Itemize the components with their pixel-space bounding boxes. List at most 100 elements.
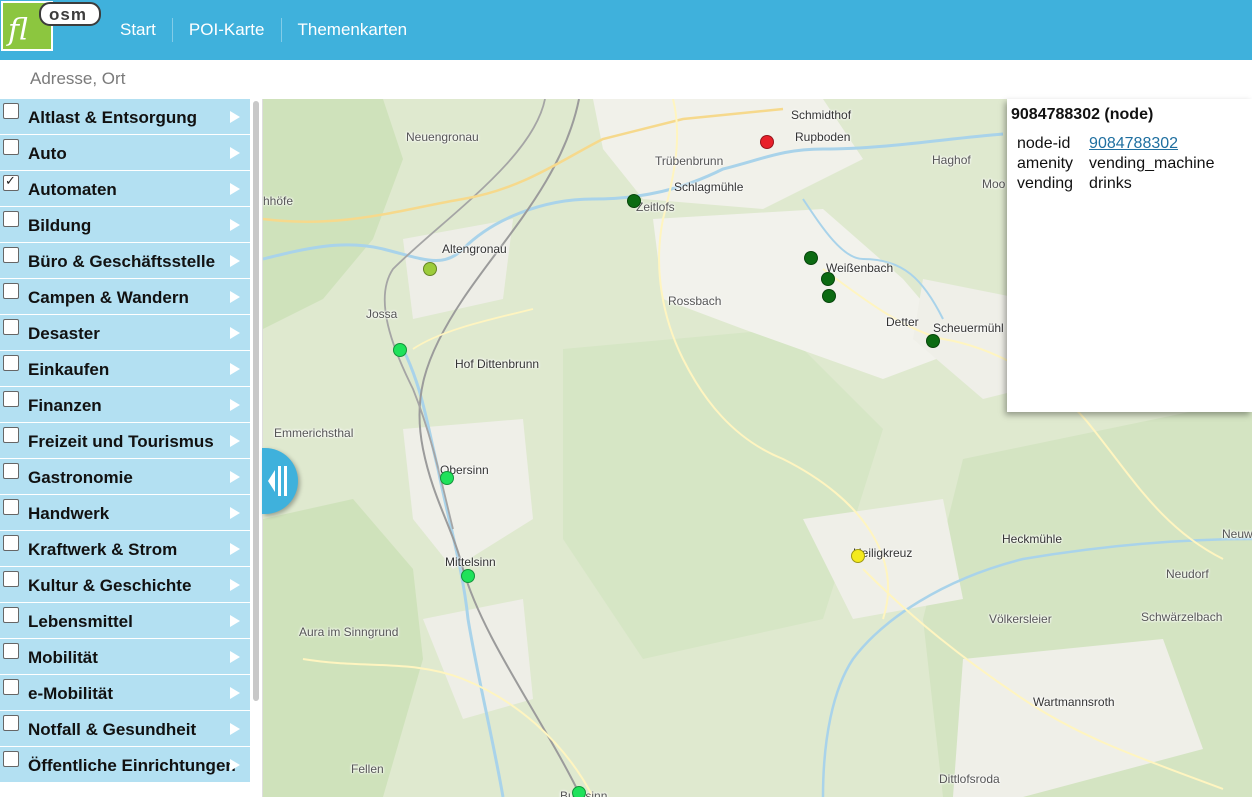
category-label: Handwerk	[28, 504, 110, 523]
category-item[interactable]: Finanzen	[0, 387, 250, 423]
poi-marker[interactable]	[572, 786, 586, 797]
category-item[interactable]: Lebensmittel	[0, 603, 250, 639]
expand-arrow-icon[interactable]	[230, 219, 240, 231]
category-item[interactable]: Gastronomie	[0, 459, 250, 495]
tag-key: vending	[1017, 175, 1074, 192]
expand-arrow-icon[interactable]	[230, 291, 240, 303]
tag-value: vending_machine	[1089, 155, 1215, 172]
category-item[interactable]: e-Mobilität	[0, 675, 250, 711]
category-checkbox[interactable]	[3, 211, 19, 227]
place-label: Jossa	[366, 307, 398, 321]
place-label: Rupboden	[795, 130, 851, 144]
tag-value: 9084788302	[1085, 134, 1226, 154]
expand-arrow-icon[interactable]	[230, 687, 240, 699]
category-item[interactable]: Kultur & Geschichte	[0, 567, 250, 603]
category-item[interactable]: Kraftwerk & Strom	[0, 531, 250, 567]
expand-arrow-icon[interactable]	[230, 111, 240, 123]
category-item[interactable]: Desaster	[0, 315, 250, 351]
nav-themenkarten[interactable]: Themenkarten	[282, 18, 424, 42]
expand-arrow-icon[interactable]	[230, 183, 240, 195]
place-label: Neuwirts	[1222, 527, 1252, 541]
category-checkbox[interactable]	[3, 751, 19, 767]
poi-marker[interactable]	[851, 549, 865, 563]
poi-marker[interactable]	[440, 471, 454, 485]
poi-marker[interactable]	[822, 289, 836, 303]
category-checkbox[interactable]	[3, 643, 19, 659]
poi-marker[interactable]	[926, 334, 940, 348]
tag-key: node-id	[1017, 135, 1071, 152]
category-label: Lebensmittel	[28, 612, 133, 631]
expand-arrow-icon[interactable]	[230, 363, 240, 375]
address-search-input[interactable]	[0, 60, 1252, 98]
category-item[interactable]: Auto	[0, 135, 250, 171]
category-checkbox[interactable]	[3, 391, 19, 407]
poi-marker[interactable]	[627, 194, 641, 208]
category-checkbox[interactable]	[3, 319, 19, 335]
category-label: Desaster	[28, 324, 100, 343]
category-item[interactable]: Handwerk	[0, 495, 250, 531]
sidebar-scrollbar[interactable]	[253, 101, 259, 701]
logo-main-text: fl	[6, 13, 28, 48]
expand-arrow-icon[interactable]	[230, 615, 240, 627]
category-label: e-Mobilität	[28, 684, 113, 703]
expand-arrow-icon[interactable]	[230, 399, 240, 411]
place-label: Wartmannsroth	[1033, 695, 1115, 709]
category-checkbox[interactable]	[3, 679, 19, 695]
place-label: Emmerichsthal	[274, 426, 354, 440]
expand-arrow-icon[interactable]	[230, 579, 240, 591]
category-item[interactable]: Büro & Geschäftsstelle	[0, 243, 250, 279]
category-checkbox[interactable]	[3, 535, 19, 551]
category-item[interactable]: Bildung	[0, 207, 250, 243]
poi-marker[interactable]	[461, 569, 475, 583]
category-checkbox[interactable]	[3, 355, 19, 371]
category-checkbox[interactable]	[3, 103, 19, 119]
category-checkbox[interactable]	[3, 463, 19, 479]
expand-arrow-icon[interactable]	[230, 507, 240, 519]
category-item[interactable]: Mobilität	[0, 639, 250, 675]
category-checkbox[interactable]	[3, 247, 19, 263]
category-label: Altlast & Entsorgung	[28, 108, 198, 127]
place-label: Scheuermühl	[933, 321, 1004, 335]
category-item[interactable]: Campen & Wandern	[0, 279, 250, 315]
place-label: Völkersleier	[989, 612, 1052, 626]
category-item[interactable]: Altlast & Entsorgung	[0, 99, 250, 135]
category-checkbox[interactable]	[3, 715, 19, 731]
place-label: Heckmühle	[1002, 532, 1063, 546]
category-item[interactable]: Öffentliche Einrichtungen	[0, 747, 250, 783]
category-item[interactable]: Automaten	[0, 171, 250, 207]
category-checkbox[interactable]	[3, 173, 19, 191]
category-checkbox[interactable]	[3, 499, 19, 515]
category-label: Öffentliche Einrichtungen	[28, 756, 236, 775]
place-label: Altengronau	[442, 242, 507, 256]
category-label: Büro & Geschäftsstelle	[28, 252, 216, 271]
expand-arrow-icon[interactable]	[230, 255, 240, 267]
category-checkbox[interactable]	[3, 139, 19, 155]
expand-arrow-icon[interactable]	[230, 327, 240, 339]
poi-marker[interactable]	[760, 135, 774, 149]
category-checkbox[interactable]	[3, 607, 19, 623]
expand-arrow-icon[interactable]	[230, 471, 240, 483]
poi-marker[interactable]	[393, 343, 407, 357]
flosm-logo[interactable]: fl osm	[0, 0, 104, 58]
poi-marker[interactable]	[423, 262, 437, 276]
popup-title: 9084788302 (node)	[1011, 106, 1154, 123]
poi-marker[interactable]	[804, 251, 818, 265]
place-label: Schmidthof	[791, 108, 852, 122]
place-label: hhöfe	[263, 194, 294, 208]
category-checkbox[interactable]	[3, 427, 19, 443]
nav-poi-karte[interactable]: POI-Karte	[173, 18, 282, 42]
category-item[interactable]: Freizeit und Tourismus	[0, 423, 250, 459]
node-id-link[interactable]: 9084788302	[1089, 135, 1178, 152]
expand-arrow-icon[interactable]	[230, 147, 240, 159]
category-item[interactable]: Einkaufen	[0, 351, 250, 387]
expand-arrow-icon[interactable]	[230, 759, 240, 771]
poi-marker[interactable]	[821, 272, 835, 286]
expand-arrow-icon[interactable]	[230, 543, 240, 555]
category-checkbox[interactable]	[3, 571, 19, 587]
nav-start[interactable]: Start	[104, 18, 173, 42]
expand-arrow-icon[interactable]	[230, 651, 240, 663]
expand-arrow-icon[interactable]	[230, 435, 240, 447]
expand-arrow-icon[interactable]	[230, 723, 240, 735]
category-item[interactable]: Notfall & Gesundheit	[0, 711, 250, 747]
category-checkbox[interactable]	[3, 283, 19, 299]
